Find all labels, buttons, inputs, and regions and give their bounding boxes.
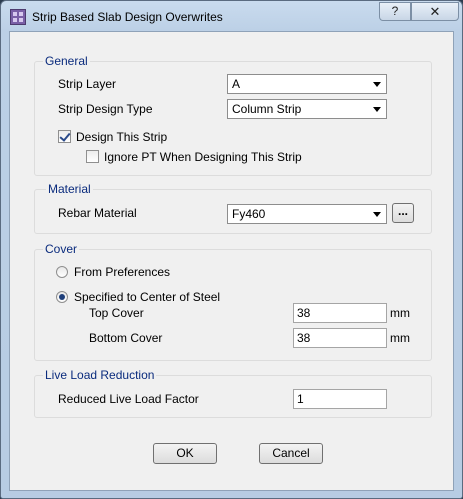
bottom-cover-input[interactable]: 38 — [293, 328, 387, 348]
strip-layer-label: Strip Layer — [58, 77, 117, 91]
design-this-strip-label[interactable]: Design This Strip — [76, 130, 167, 144]
reduced-live-load-factor-label: Reduced Live Load Factor — [58, 392, 199, 406]
ok-button[interactable]: OK — [153, 443, 217, 464]
general-group-title: General — [43, 54, 90, 68]
app-icon — [10, 9, 26, 25]
design-this-strip-checkbox[interactable] — [58, 130, 71, 143]
ignore-pt-label[interactable]: Ignore PT When Designing This Strip — [104, 150, 302, 164]
rebar-material-value: Fy460 — [232, 207, 266, 221]
top-cover-input[interactable]: 38 — [293, 303, 387, 323]
cover-group-title: Cover — [43, 242, 80, 256]
from-preferences-radio[interactable] — [56, 266, 68, 278]
material-group-title: Material — [46, 182, 93, 196]
from-preferences-label[interactable]: From Preferences — [74, 265, 170, 279]
help-button[interactable]: ? — [379, 2, 411, 21]
title-bar[interactable]: Strip Based Slab Design Overwrites ? ✕ — [1, 1, 462, 31]
chevron-down-icon — [373, 107, 381, 112]
window-title: Strip Based Slab Design Overwrites — [32, 10, 223, 24]
rebar-material-select[interactable]: Fy460 — [227, 204, 387, 224]
strip-design-type-label: Strip Design Type — [58, 102, 153, 116]
close-button[interactable]: ✕ — [411, 2, 459, 21]
cancel-button[interactable]: Cancel — [259, 443, 323, 464]
chevron-down-icon — [373, 212, 381, 217]
rebar-material-browse-button[interactable]: ... — [392, 203, 414, 223]
dialog-window: Strip Based Slab Design Overwrites ? ✕ G… — [0, 0, 463, 499]
bottom-cover-label: Bottom Cover — [89, 331, 163, 345]
chevron-down-icon — [373, 82, 381, 87]
live-load-group-title: Live Load Reduction — [43, 368, 157, 382]
specified-to-center-label[interactable]: Specified to Center of Steel — [74, 290, 220, 304]
top-cover-unit: mm — [390, 306, 410, 320]
ignore-pt-checkbox[interactable] — [86, 150, 99, 163]
strip-layer-select[interactable]: A — [227, 74, 387, 94]
rebar-material-label: Rebar Material — [58, 206, 137, 220]
reduced-live-load-factor-input[interactable]: 1 — [293, 389, 387, 409]
strip-design-type-value: Column Strip — [232, 102, 302, 116]
bottom-cover-unit: mm — [390, 331, 410, 345]
specified-to-center-radio[interactable] — [56, 291, 68, 303]
strip-design-type-select[interactable]: Column Strip — [227, 99, 387, 119]
strip-layer-value: A — [232, 77, 241, 91]
dialog-body: General Strip Layer A Strip Design Type … — [9, 31, 454, 491]
top-cover-label: Top Cover — [89, 306, 144, 320]
